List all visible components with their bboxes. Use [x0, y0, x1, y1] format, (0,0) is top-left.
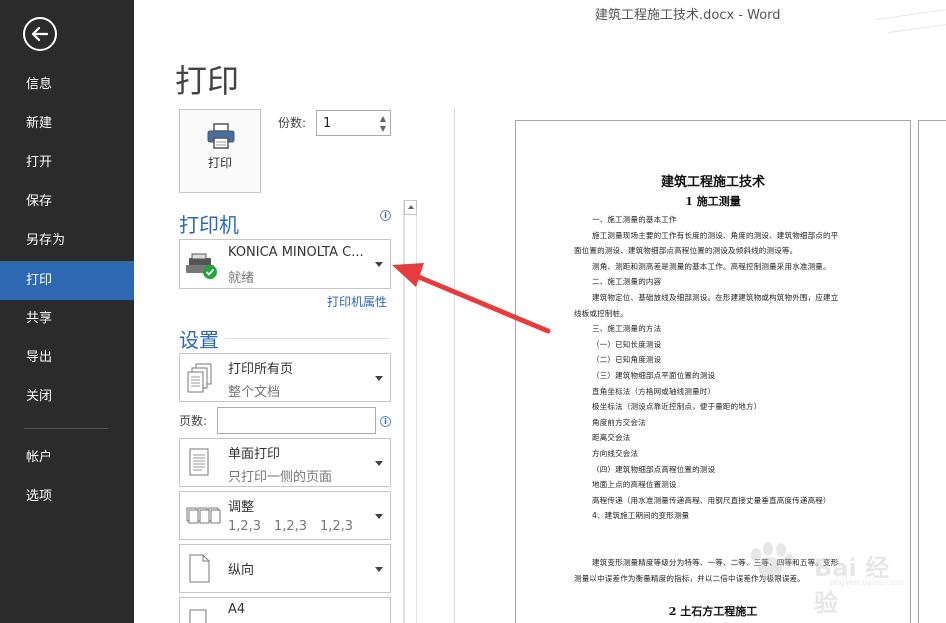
document-line: 二、施工测量的内容 — [592, 277, 662, 287]
watermark-url: jingyan.baidu.com — [830, 578, 904, 587]
document-line: （四）建筑物细部点高程位置的测设 — [592, 464, 716, 474]
orientation-dropdown[interactable]: 纵向 — [179, 544, 391, 593]
print-range-dropdown[interactable]: 打印所有页 整个文档 — [179, 353, 391, 402]
annotation-arrow — [392, 263, 551, 334]
document-line: 施工测量现场主要的工作有长度的测设、角度的测设、建筑物细部点的平 — [592, 230, 839, 240]
printer-heading: 打印机 — [179, 213, 239, 237]
all-pages-icon — [187, 363, 212, 393]
paper-size-dropdown[interactable]: A4 — [179, 597, 391, 623]
chevron-down-icon — [375, 566, 383, 572]
back-button[interactable] — [23, 17, 57, 51]
document-line: 地面上点的高程位置测设 — [592, 480, 677, 490]
back-arrow-icon — [31, 26, 49, 42]
sidebar-item-options[interactable]: 选项 — [0, 477, 134, 516]
paper-size-main: A4 — [228, 602, 246, 617]
collate-dropdown[interactable]: 调整 1,2,3 1,2,3 1,2,3 — [179, 491, 391, 540]
chevron-down-icon — [375, 460, 383, 466]
sidebar-item-open[interactable]: 打开 — [0, 143, 134, 182]
collated-icon — [186, 507, 221, 524]
document-line: 高程传递（用水准测量传递高程、用钢尺直接丈量垂直高度传递高程） — [592, 495, 831, 505]
backstage-sidebar: 信息 新建 打开 保存 另存为 打印 共享 导出 关闭 帐户 选项 — [0, 0, 134, 623]
info-icon[interactable]: i — [380, 210, 391, 221]
sides-sub: 只打印一侧的页面 — [228, 470, 333, 485]
printer-properties-link[interactable]: 打印机属性 — [327, 293, 387, 310]
sidebar-item-account[interactable]: 帐户 — [0, 438, 134, 477]
sidebar-item-share[interactable]: 共享 — [0, 299, 134, 338]
document-line: 建筑物定位、基础放线及细部测设。在形建建筑物或构筑物外围，应建立 — [592, 293, 839, 302]
settings-heading: 设置 — [179, 328, 219, 352]
printer-ready-icon — [186, 253, 217, 279]
collate-sub-2: 1,2,3 — [274, 519, 308, 534]
window-title: 建筑工程施工技术.docx - Word — [595, 8, 781, 23]
sidebar-item-save-as[interactable]: 另存为 — [0, 221, 134, 260]
print-range-main: 打印所有页 — [228, 362, 294, 377]
document-line: 距离交会法 — [592, 433, 631, 443]
spin-down-icon[interactable]: ▼ — [380, 124, 386, 133]
collate-sub-1: 1,2,3 — [228, 519, 262, 534]
sidebar-item-save[interactable]: 保存 — [0, 182, 134, 221]
pages-label: 页数: — [179, 414, 208, 428]
printer-name: KONICA MINOLTA C... — [228, 245, 364, 260]
section-divider — [225, 338, 390, 339]
printer-status: 就绪 — [228, 271, 255, 286]
collate-sub-3: 1,2,3 — [320, 519, 354, 534]
baidu-watermark: Bai 经验 jingyan.baidu.com — [726, 540, 906, 617]
print-button[interactable]: 打印 — [179, 109, 261, 193]
info-icon[interactable]: i — [380, 416, 391, 427]
document-line: （一）已知长度测设 — [592, 339, 662, 349]
print-button-label: 打印 — [207, 156, 232, 170]
spin-up-icon[interactable]: ▲ — [380, 114, 386, 123]
document-line: 方向线交会法 — [592, 449, 639, 458]
sides-main: 单面打印 — [228, 447, 281, 462]
pages-input[interactable] — [217, 407, 376, 434]
sidebar-item-close[interactable]: 关闭 — [0, 377, 134, 416]
document-line: （二）已知角度测设 — [592, 355, 662, 365]
word-print-backstage: 信息 新建 打开 保存 另存为 打印 共享 导出 关闭 帐户 选项 建筑工程施工… — [0, 0, 946, 623]
print-range-sub: 整个文档 — [228, 385, 281, 400]
decorative-line — [876, 9, 946, 20]
document-line: 直角坐标法（方格网或轴线测量时） — [592, 386, 716, 396]
document-line: 三、施工测量的方法 — [592, 324, 662, 334]
paper-size-icon — [189, 609, 207, 623]
chevron-down-icon — [375, 375, 383, 381]
portrait-icon — [189, 554, 210, 583]
copies-stepper[interactable]: 1 ▲ ▼ — [316, 110, 391, 136]
sidebar-item-new[interactable]: 新建 — [0, 104, 134, 143]
orientation-main: 纵向 — [228, 563, 255, 578]
collate-main: 调整 — [228, 500, 255, 515]
document-line: 角度前方交会法 — [592, 417, 646, 427]
decorative-line — [888, 23, 946, 34]
printer-dropdown[interactable]: KONICA MINOLTA C... 就绪 — [179, 239, 391, 289]
preview-divider — [454, 108, 455, 623]
sidebar-item-print[interactable]: 打印 — [0, 261, 134, 300]
document-heading: 1 施工测量 — [685, 195, 741, 208]
copies-label: 份数: — [278, 116, 307, 130]
document-line: 测角、测距和测高差是测量的基本工作。高程控制测量采用水准测量。 — [592, 261, 831, 271]
document-line: 极坐标法（测设点靠近控制点，便于量距的地方） — [592, 402, 762, 412]
page-title: 打印 — [175, 62, 240, 100]
printer-icon — [207, 123, 235, 149]
sides-dropdown[interactable]: 单面打印 只打印一侧的页面 — [179, 438, 391, 487]
copies-value: 1 — [323, 116, 332, 131]
document-line: 4、建筑施工期间的变形测量 — [592, 511, 690, 521]
document-line: 面位置的测设、建筑物细部点高程位置的测设及倾斜线的测设等。 — [574, 246, 798, 256]
document-line: 一、施工测量的基本工作 — [592, 215, 677, 224]
document-line: （三）建筑物细部点平面位置的测设 — [592, 371, 716, 380]
document-line: 线板或控制桩。 — [574, 308, 628, 318]
sidebar-item-export[interactable]: 导出 — [0, 338, 134, 377]
chevron-down-icon — [375, 513, 383, 519]
sidebar-divider — [24, 428, 108, 429]
baidu-paw-icon — [751, 542, 794, 579]
single-sided-icon — [189, 448, 209, 476]
print-preview-next-page — [918, 120, 946, 623]
scroll-up-button[interactable] — [404, 200, 417, 215]
sidebar-item-info[interactable]: 信息 — [0, 65, 134, 104]
document-title: 建筑工程施工技术 — [660, 175, 765, 190]
